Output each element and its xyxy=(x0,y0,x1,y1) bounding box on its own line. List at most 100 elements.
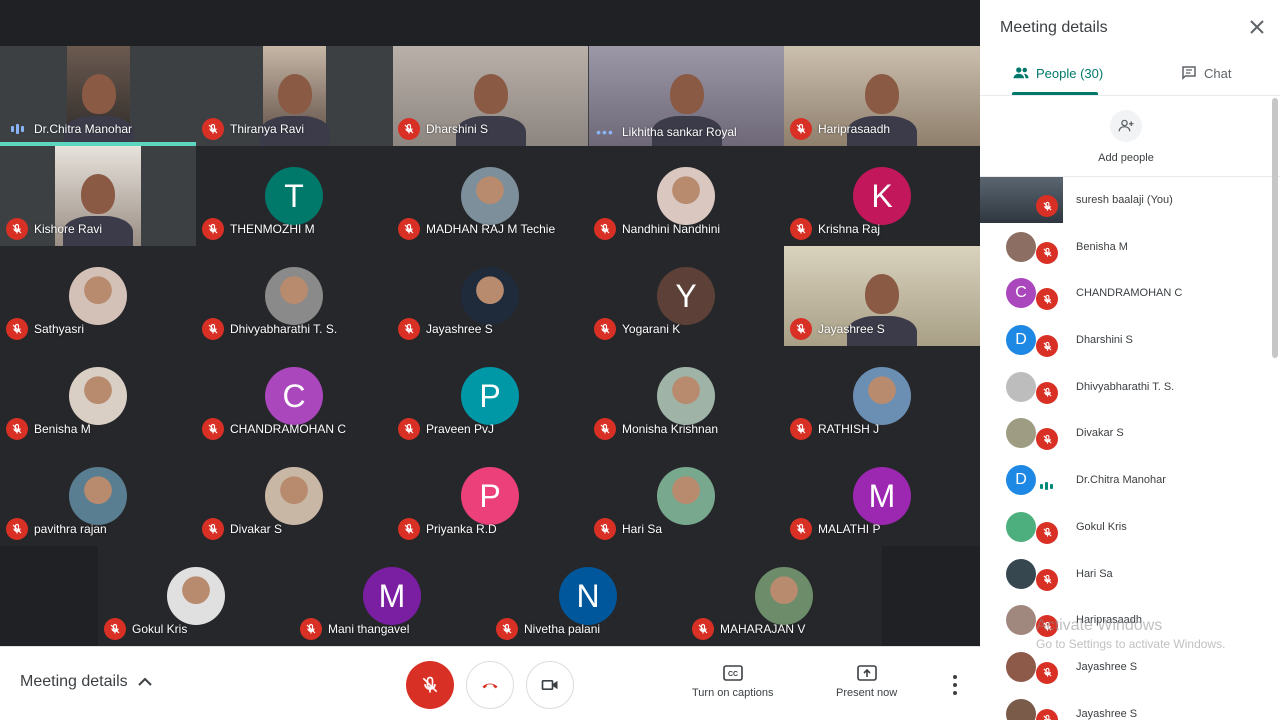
mic-off-icon xyxy=(1036,195,1058,217)
participant-list-item[interactable]: Divakar S xyxy=(980,410,1270,457)
mic-off-icon xyxy=(1036,428,1058,451)
people-icon xyxy=(1013,67,1029,79)
participant-tile[interactable]: Divakar S xyxy=(196,446,392,546)
participant-tile[interactable]: Dhivyabharathi T. S. xyxy=(196,246,392,346)
participant-list-item[interactable]: D Dharshini S xyxy=(980,317,1270,364)
participant-avatar xyxy=(1006,371,1036,402)
mic-off-icon xyxy=(1036,568,1058,591)
participant-nameplate: Dhivyabharathi T. S. xyxy=(202,318,337,340)
leave-call-button[interactable] xyxy=(466,661,514,709)
participant-nameplate: CHANDRAMOHAN C xyxy=(202,418,346,440)
add-people-button[interactable]: Add people xyxy=(1076,110,1176,164)
participant-tile[interactable]: Hariprasaadh xyxy=(784,46,980,146)
camera-toggle-button[interactable] xyxy=(526,661,574,709)
tab-chat[interactable]: Chat xyxy=(1180,64,1231,82)
participant-tile[interactable]: M MALATHI P xyxy=(784,446,980,546)
participant-list-name: Dr.Chitra Manohar xyxy=(1076,474,1166,487)
participant-list-scrollbar[interactable] xyxy=(1272,98,1278,358)
participant-name: Thiranya Ravi xyxy=(230,122,305,136)
participant-tile[interactable]: MAHARAJAN V xyxy=(686,546,882,646)
participant-tile[interactable]: Jayashree S xyxy=(784,246,980,346)
participant-list-name: Hari Sa xyxy=(1076,567,1113,580)
participant-tile[interactable]: pavithra rajan xyxy=(0,446,196,546)
participant-name: Praveen PvJ xyxy=(426,422,495,436)
mic-off-icon xyxy=(398,318,420,340)
participant-list-item[interactable]: D Dr.Chitra Manohar xyxy=(980,457,1270,504)
meeting-details-toggle[interactable]: Meeting details xyxy=(20,673,152,691)
participant-list-name: Jayashree S xyxy=(1076,707,1138,720)
participant-tile[interactable]: Jayashree S xyxy=(392,246,588,346)
participant-tile[interactable]: P Praveen PvJ xyxy=(392,346,588,446)
mic-off-icon xyxy=(1036,335,1058,358)
participant-list-item[interactable]: Dhivyabharathi T. S. xyxy=(980,364,1270,411)
mic-off-icon xyxy=(202,218,224,240)
participant-tile[interactable]: Benisha M xyxy=(0,346,196,446)
mic-off-icon xyxy=(202,118,224,140)
person-silhouette xyxy=(81,174,115,214)
mic-off-icon xyxy=(6,418,28,440)
participant-tile[interactable]: RATHISH J xyxy=(784,346,980,446)
participant-list-item[interactable]: Jayashree S xyxy=(980,691,1270,720)
speaking-indicator-icon xyxy=(6,118,28,140)
participant-tile[interactable]: Monisha Krishnan xyxy=(588,346,784,446)
participant-tile[interactable]: MADHAN RAJ M Techie xyxy=(392,146,588,246)
participant-tile[interactable]: ••• Likhitha sankar Royal xyxy=(588,46,784,146)
participant-list-item[interactable]: Gokul Kris xyxy=(980,504,1270,551)
mic-off-icon xyxy=(1036,708,1058,720)
participant-photo xyxy=(853,367,911,425)
participant-list-item[interactable]: Jayashree S xyxy=(980,644,1270,691)
participant-nameplate: Nivetha palani xyxy=(496,618,600,640)
participant-tile[interactable]: Y Yogarani K xyxy=(588,246,784,346)
participant-photo xyxy=(69,467,127,525)
participant-tile[interactable]: C CHANDRAMOHAN C xyxy=(196,346,392,446)
participant-name: THENMOZHI M xyxy=(230,222,315,236)
participant-nameplate: Hari Sa xyxy=(594,518,662,540)
participant-list-item[interactable]: suresh baalaji (You) xyxy=(980,177,1270,224)
participant-photo xyxy=(265,467,323,525)
present-now-button[interactable]: Present now xyxy=(836,665,897,699)
captions-button[interactable]: CC Turn on captions xyxy=(692,665,774,699)
participant-tile[interactable]: M Mani thangavel xyxy=(294,546,490,646)
more-options-icon[interactable] xyxy=(948,675,962,695)
active-tab-indicator xyxy=(1012,92,1098,95)
participant-list-name: Hariprasaadh xyxy=(1076,614,1143,627)
participant-tile[interactable]: Sathyasri xyxy=(0,246,196,346)
participant-tile[interactable]: Dr.Chitra Manohar xyxy=(0,46,196,146)
participant-nameplate: Nandhini Nandhini xyxy=(594,218,720,240)
participant-nameplate: Dr.Chitra Manohar xyxy=(6,118,132,140)
mic-off-icon xyxy=(790,418,812,440)
participant-list-item[interactable]: Hariprasaadh xyxy=(980,597,1270,644)
participant-name: Divakar S xyxy=(230,522,283,536)
participant-tile[interactable]: Dharshini S xyxy=(392,46,588,146)
participant-name: pavithra rajan xyxy=(34,522,107,536)
bottom-control-bar: Meeting details CC Turn on captions Pres… xyxy=(0,646,980,720)
participant-tile[interactable]: K Krishna Raj xyxy=(784,146,980,246)
participant-tile[interactable]: Kishore Ravi xyxy=(0,146,196,246)
mic-off-icon xyxy=(790,118,812,140)
participant-photo xyxy=(265,267,323,325)
participant-list-item[interactable]: Benisha M xyxy=(980,224,1270,271)
mic-off-icon xyxy=(594,218,616,240)
participant-tile[interactable]: P Priyanka R.D xyxy=(392,446,588,546)
participant-tile[interactable]: Hari Sa xyxy=(588,446,784,546)
close-icon[interactable] xyxy=(1248,18,1266,36)
participant-tile[interactable]: Nandhini Nandhini xyxy=(588,146,784,246)
participant-name: MADHAN RAJ M Techie xyxy=(426,222,556,236)
participant-list-item[interactable]: Hari Sa xyxy=(980,551,1270,598)
participant-tile[interactable]: N Nivetha palani xyxy=(490,546,686,646)
mic-off-icon xyxy=(594,518,616,540)
mic-off-icon xyxy=(1036,288,1058,311)
participant-avatar xyxy=(1006,605,1036,636)
participant-name: Nandhini Nandhini xyxy=(622,222,721,236)
participant-tile[interactable]: Thiranya Ravi xyxy=(196,46,392,146)
participant-tile[interactable]: Gokul Kris xyxy=(98,546,294,646)
participant-name: Sathyasri xyxy=(34,322,85,336)
participant-name: Priyanka R.D xyxy=(426,522,497,536)
participant-tile[interactable]: T THENMOZHI M xyxy=(196,146,392,246)
participant-photo xyxy=(657,367,715,425)
mic-off-icon xyxy=(790,218,812,240)
participant-list-name: Benisha M xyxy=(1076,240,1128,253)
microphone-toggle-button[interactable] xyxy=(406,661,454,709)
tab-people[interactable]: People (30) xyxy=(1012,64,1103,82)
participant-list-item[interactable]: C CHANDRAMOHAN C xyxy=(980,270,1270,317)
